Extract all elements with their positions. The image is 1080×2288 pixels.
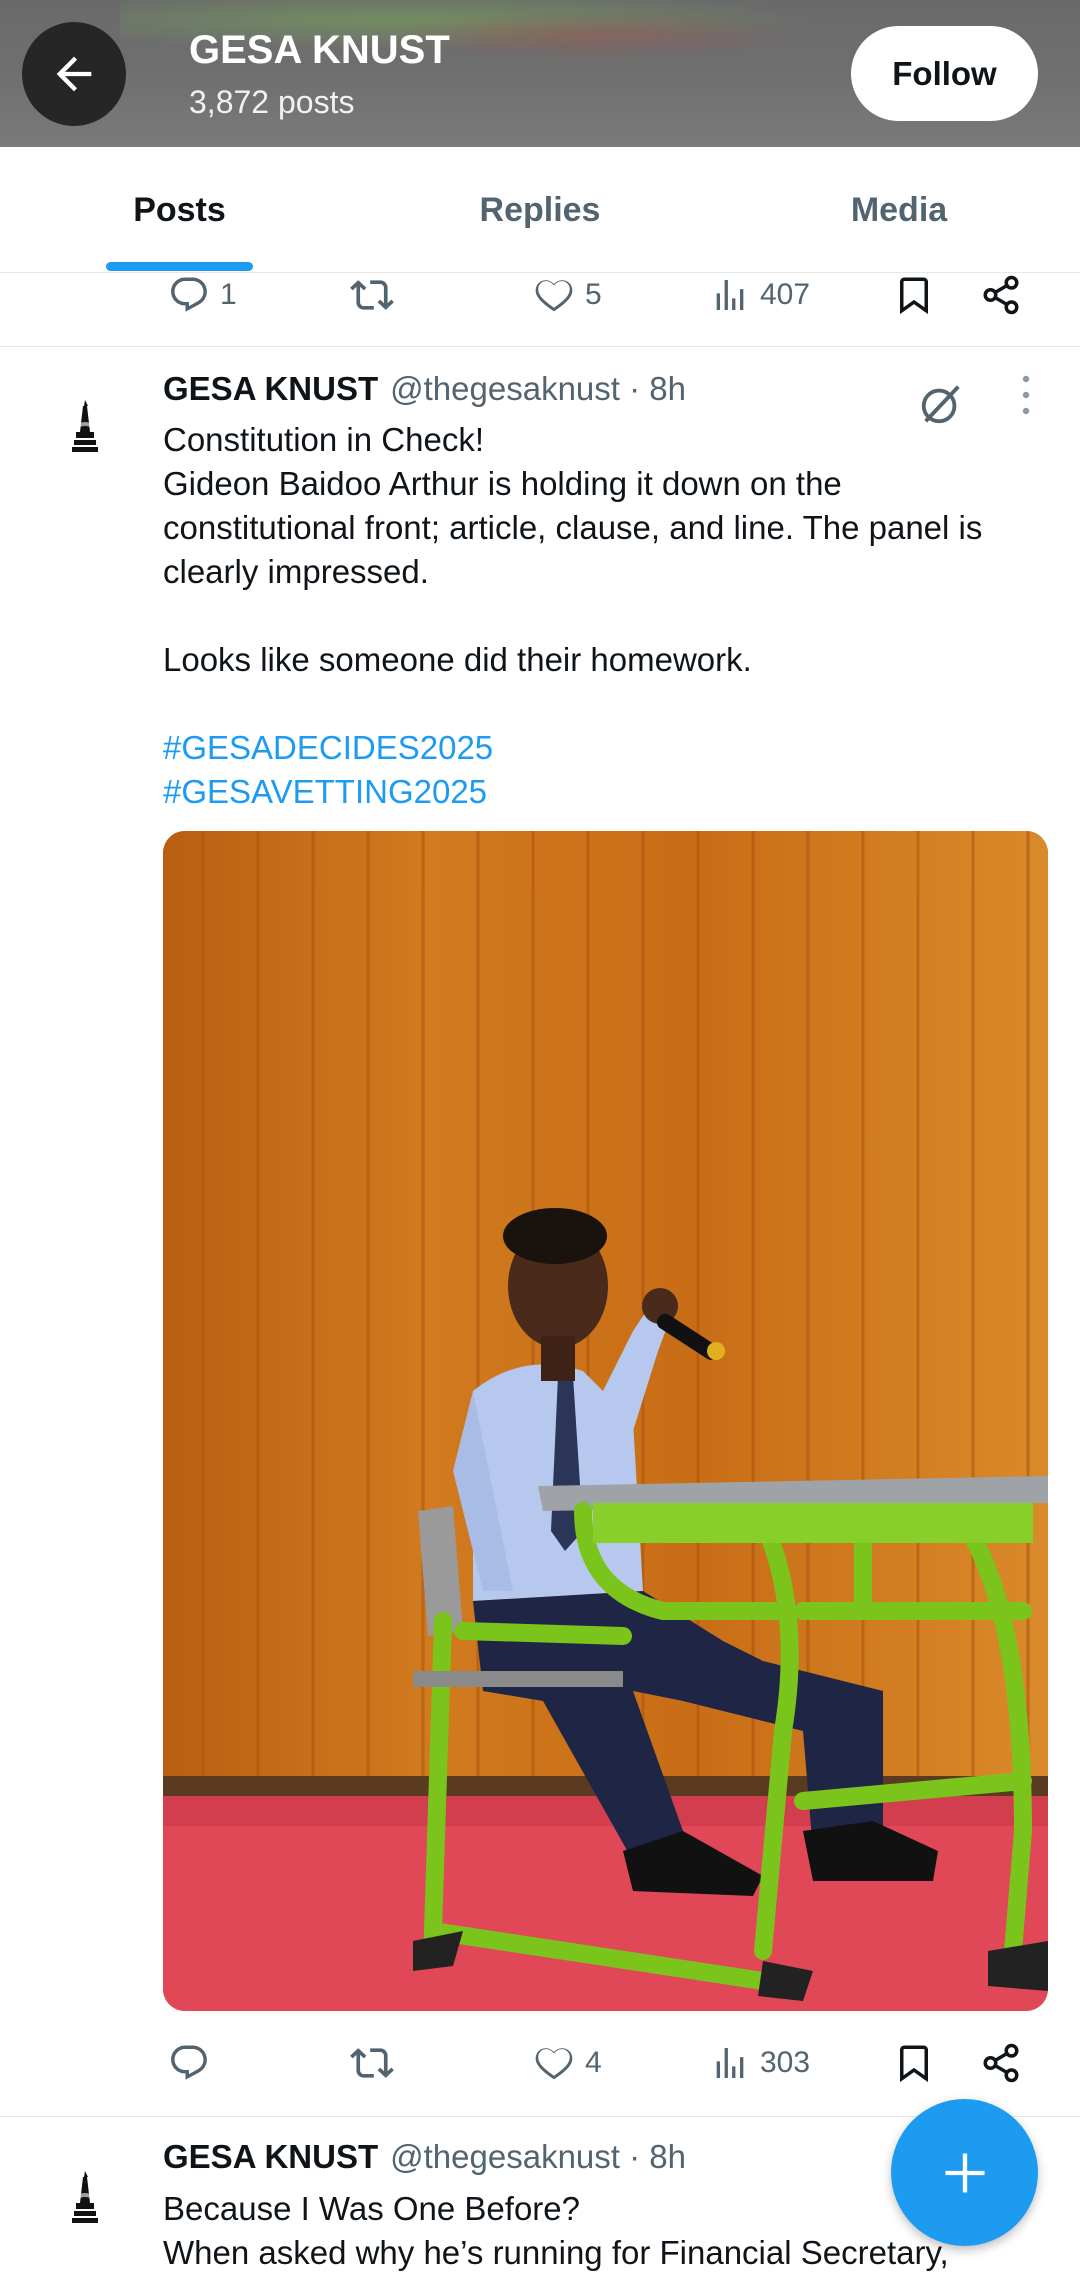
post-text-line: Constitution in Check!	[163, 421, 484, 458]
like-count: 4	[585, 2046, 602, 2079]
avatar[interactable]	[50, 2163, 120, 2233]
post-text-line: Gideon Baidoo Arthur is holding it down …	[163, 465, 842, 502]
gesa-logo-icon	[72, 2171, 98, 2223]
post-count: 3,872 posts	[189, 84, 355, 120]
share-icon	[983, 275, 1019, 315]
back-button[interactable]	[22, 22, 126, 126]
like-count: 5	[585, 278, 602, 311]
prev-post-action-bar: 1 5 407	[0, 255, 1080, 335]
share-button[interactable]	[980, 255, 1022, 335]
reply-icon	[171, 277, 207, 312]
compose-button[interactable]	[891, 2099, 1038, 2246]
follow-button[interactable]: Follow	[851, 26, 1038, 121]
views-count: 303	[760, 2046, 811, 2079]
hashtag-link[interactable]: #GESAVETTING2025	[163, 770, 1043, 814]
retweet-icon	[350, 280, 394, 310]
like-button[interactable]: 5	[533, 255, 602, 335]
hashtag-link[interactable]: #GESADECIDES2025	[163, 726, 1043, 770]
post-text-blank-line	[163, 682, 1043, 726]
views-icon	[716, 2048, 744, 2078]
like-icon	[535, 280, 573, 312]
views-button[interactable]: 407	[710, 255, 810, 335]
post-text-blank-line	[163, 594, 1043, 638]
share-icon	[983, 2043, 1019, 2083]
back-arrow-icon	[56, 56, 92, 92]
views-button[interactable]: 303	[710, 2023, 810, 2103]
more-icon[interactable]	[1018, 370, 1034, 420]
post-author-name[interactable]: GESA KNUST	[163, 370, 378, 408]
reply-icon	[171, 2045, 207, 2080]
post-photo[interactable]	[163, 831, 1048, 2011]
post-photo-illustration	[163, 831, 1048, 2011]
post-action-bar: 4 303	[0, 2023, 1080, 2103]
post-author-handle[interactable]: @thegesaknust · 8h	[390, 370, 686, 408]
post-divider	[0, 346, 1080, 347]
post-author-handle[interactable]: @thegesaknust · 8h	[390, 2138, 686, 2176]
bookmark-button[interactable]	[893, 255, 935, 335]
like-icon	[535, 2048, 573, 2080]
profile-name: GESA KNUST	[189, 28, 450, 72]
retweet-button[interactable]	[350, 255, 394, 335]
views-icon	[716, 280, 744, 310]
reply-count: 1	[220, 278, 237, 311]
post-text-line: When asked why he’s running for Financia…	[163, 2234, 949, 2271]
post-header: GESA KNUST @thegesaknust · 8h	[163, 370, 686, 414]
gesa-logo-icon	[72, 400, 98, 452]
post-header: GESA KNUST @thegesaknust · 8h	[163, 2138, 686, 2182]
like-button[interactable]: 4	[533, 2023, 602, 2103]
bookmark-icon	[900, 2045, 928, 2083]
post-author-name[interactable]: GESA KNUST	[163, 2138, 378, 2176]
post-text: Constitution in Check! Gideon Baidoo Art…	[163, 418, 1043, 814]
profile-header: GESA KNUST 3,872 posts Follow	[0, 0, 1080, 147]
retweet-button[interactable]	[350, 2023, 394, 2103]
retweet-icon	[350, 2048, 394, 2078]
bookmark-icon	[900, 277, 928, 315]
compose-plus-icon	[945, 2153, 984, 2192]
reply-button[interactable]	[168, 2023, 220, 2103]
bookmark-button[interactable]	[893, 2023, 935, 2103]
post-text-line: clearly impressed.	[163, 553, 429, 590]
views-count: 407	[760, 278, 811, 311]
share-button[interactable]	[980, 2023, 1022, 2103]
post-text-line: Looks like someone did their homework.	[163, 641, 752, 678]
post-text-line: constitutional front; article, clause, a…	[163, 509, 983, 546]
reply-button[interactable]: 1	[168, 255, 237, 335]
avatar[interactable]	[50, 392, 120, 462]
